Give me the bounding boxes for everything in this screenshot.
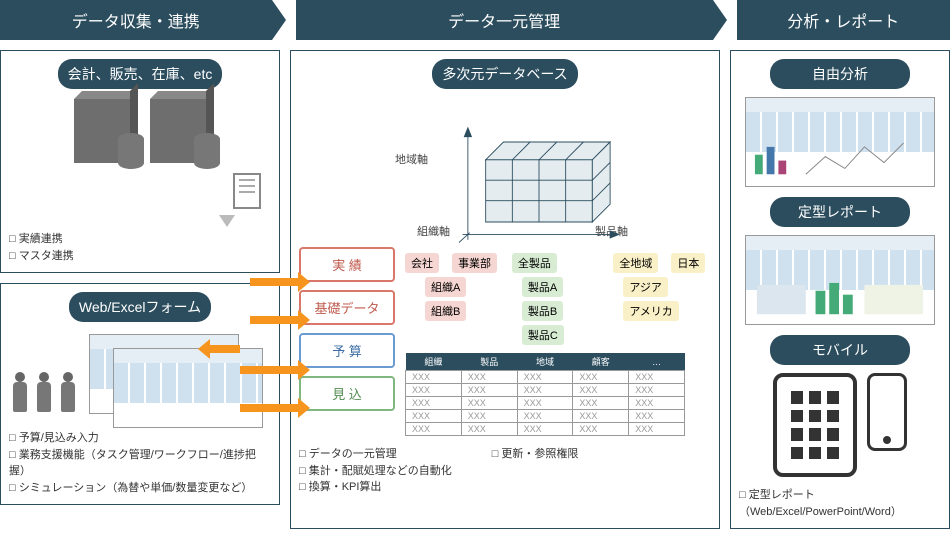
form-title: Web/Excelフォーム [69,292,211,322]
cube-title: 多次元データベース [432,59,577,89]
check-item: 実績連携 [9,231,271,248]
phone-icon [867,373,907,451]
panel-sources: 会計、販売、在庫、etc 実績連携 マスタ連携 [0,50,280,273]
cube-area: 地域軸 組織軸 製品軸 [299,97,711,247]
check-item: データの一元管理 [299,446,452,463]
cylinder-icon [194,133,220,169]
data-tags: 実 績 基礎データ 予 算 見 込 [299,247,395,436]
sources-title: 会計、販売、在庫、etc [58,59,223,89]
banner-report: 分析・レポート [737,0,950,40]
form-checks: 予算/見込み入力 業務支援機能（タスク管理/ワークフロー/進捗把握） シミュレー… [9,430,271,496]
tree-product: 全製品 製品A 製品B 製品C [512,251,605,347]
report-checks: 定型レポート（Web/Excel/PowerPoint/Word） [739,487,941,520]
tag-budget: 予 算 [299,333,395,368]
source-checks: 実績連携 マスタ連携 [9,231,271,264]
tree-node: 事業部 [452,253,497,273]
banner-collect: データ収集・連携 [0,0,272,40]
mobile-title: モバイル [770,335,910,365]
tree-node: 製品B [522,301,563,321]
tablet-icon [773,373,857,477]
panel-manage: 多次元データベース 地域軸 組織軸 製品軸 [290,50,720,529]
people-icon [9,372,79,416]
grid-header: 製品 [461,353,517,371]
server-icons [9,99,271,163]
tree-node: 日本 [671,253,705,273]
tree-region: 全地域 日本 アジア アメリカ [613,251,711,347]
tree-company: 会社 事業部 組織A 組織B [405,251,504,347]
tag-actual: 実 績 [299,247,395,282]
tree-node: アメリカ [623,301,678,321]
tree-node: 会社 [405,253,439,273]
fixed-report-title: 定型レポート [770,197,910,227]
tree-node: 組織A [425,277,466,297]
grid-header: … [629,353,685,371]
chevron-right-icon [713,0,727,40]
check-item: 集計・配賦処理などの自動化 [299,463,452,480]
cylinder-icon [118,133,144,169]
check-item: 予算/見込み入力 [9,430,271,447]
screenshot-icon [113,348,263,428]
tag-base: 基礎データ [299,290,395,325]
check-item: マスタ連携 [9,248,271,265]
screenshot-icon [745,97,935,187]
chevron-right-icon [272,0,286,40]
tree-node: 製品C [522,325,564,345]
tree-node: 全製品 [512,253,557,273]
tag-forecast: 見 込 [299,376,395,411]
device-icons [739,373,941,477]
check-item: 定型レポート（Web/Excel/PowerPoint/Word） [739,487,941,520]
check-item: シミュレーション（為替や単価/数量変更など） [9,480,271,497]
panel-forms: Web/Excelフォーム 予算/見込み入力 業務支援機能（タスク管理/ワークフ… [0,283,280,505]
arrow-down-icon [219,215,235,227]
hierarchy-trees: 会社 事業部 組織A 組織B 全製品 製品A 製品B 製品C 全地域 [405,251,711,347]
banner-row: データ収集・連携 データ一元管理 分析・レポート [0,0,950,40]
data-grid: 組織 製品 地域 顧客 … XXXXXXXXXXXXXXX XXXXXXXXXX… [405,353,685,436]
grid-header: 組織 [406,353,462,371]
manage-checks-left: データの一元管理 集計・配賦処理などの自動化 換算・KPI算出 [299,446,452,496]
grid-header: 地域 [517,353,573,371]
document-icon [233,173,261,209]
panel-report: 自由分析 定型レポート モバイル 定型 [730,50,950,529]
tree-node: 組織B [425,301,466,321]
cube-icon [459,117,619,247]
check-item: 更新・参照権限 [492,446,579,463]
banner-manage: データ一元管理 [296,0,713,40]
grid-header: 顧客 [573,353,629,371]
axis-region-label: 地域軸 [395,151,428,167]
screenshot-icon [745,235,935,325]
check-item: 業務支援機能（タスク管理/ワークフロー/進捗把握） [9,447,271,480]
tree-node: 製品A [522,277,563,297]
check-item: 換算・KPI算出 [299,479,452,496]
tree-node: アジア [623,277,668,297]
axis-org-label: 組織軸 [417,223,450,239]
free-analysis-title: 自由分析 [770,59,910,89]
manage-checks-right: 更新・参照権限 [492,446,579,496]
tree-node: 全地域 [613,253,658,273]
